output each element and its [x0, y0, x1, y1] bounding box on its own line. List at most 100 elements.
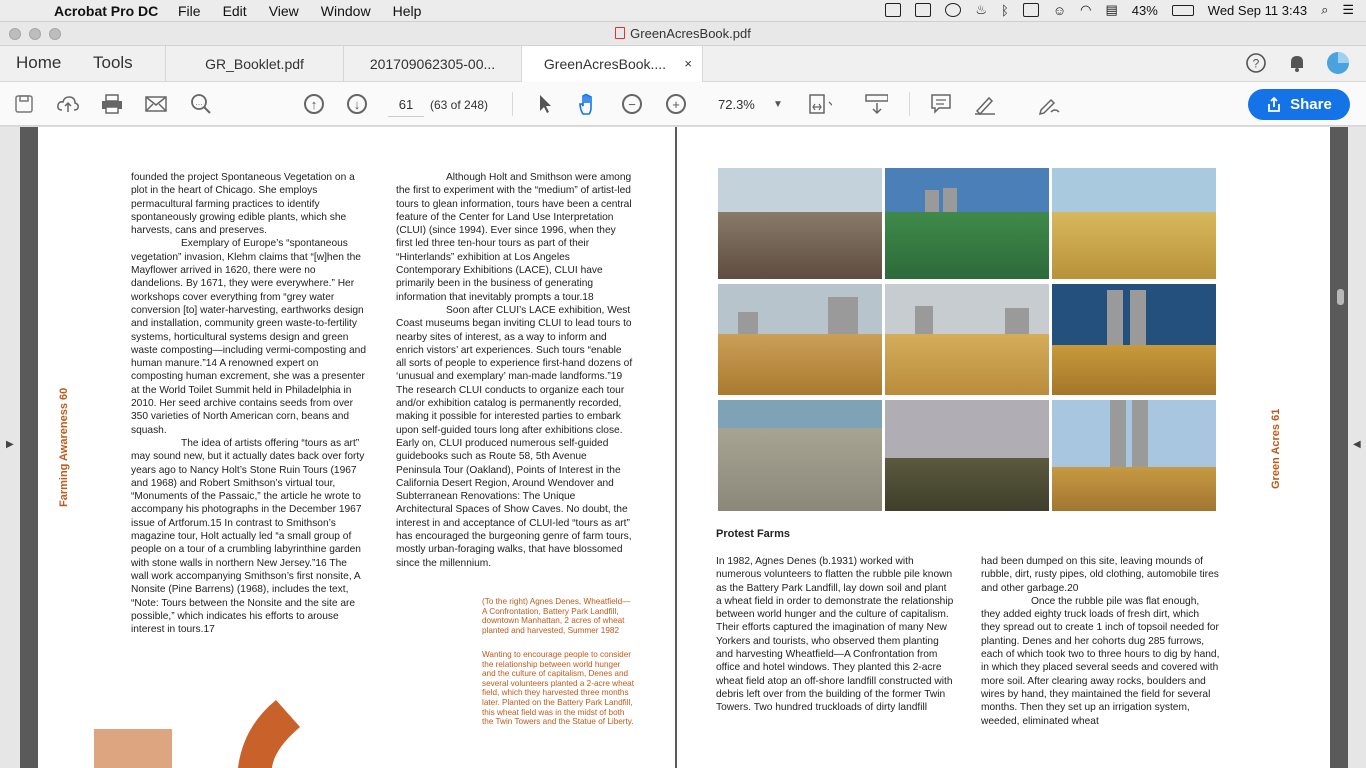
- arrow-down-icon: ↓: [347, 94, 367, 114]
- pdf-page-left: Farming Awareness 60 founded the project…: [38, 127, 675, 768]
- minus-icon: −: [622, 94, 642, 114]
- menu-extra-icon[interactable]: [915, 3, 932, 17]
- page-running-head: Green Acres 61: [1270, 408, 1282, 489]
- pdf-file-icon: [615, 27, 626, 39]
- spotlight-icon[interactable]: ⌕: [1321, 2, 1328, 18]
- text-column: had been dumped on this site, leaving mo…: [981, 555, 1221, 728]
- page-running-head: Farming Awareness 60: [58, 387, 70, 507]
- window-title: GreenAcresBook.pdf: [0, 26, 1366, 41]
- paragraph: The idea of artists offering “tours as a…: [131, 437, 365, 636]
- wifi-icon[interactable]: ◠: [1080, 2, 1091, 18]
- page-count: (63 of 248): [430, 98, 489, 112]
- window-titlebar: GreenAcresBook.pdf: [0, 22, 1366, 46]
- page-number-input[interactable]: [388, 93, 424, 117]
- app-menu[interactable]: Acrobat Pro DC: [54, 3, 158, 19]
- creative-cloud-icon[interactable]: [945, 3, 962, 17]
- notification-center-icon[interactable]: ☰: [1342, 2, 1354, 18]
- menu-help[interactable]: Help: [393, 3, 422, 19]
- next-page-button[interactable]: ↓: [345, 92, 369, 116]
- paragraph: Soon after CLUI’s LACE exhibition, West …: [396, 304, 633, 569]
- zoom-out-button[interactable]: −: [620, 92, 644, 116]
- paragraph: had been dumped on this site, leaving mo…: [981, 556, 1219, 594]
- menu-extra-icon[interactable]: [885, 3, 902, 17]
- expand-right-panel-icon[interactable]: ◀: [1353, 439, 1361, 450]
- close-tab-icon[interactable]: ×: [684, 56, 692, 71]
- flame-icon[interactable]: ♨: [975, 2, 987, 18]
- tab-bar: Home Tools GR_Booklet.pdf 201709062305-0…: [0, 46, 1366, 83]
- toolbar-divider: [512, 92, 513, 116]
- window-title-text: GreenAcresBook.pdf: [630, 26, 751, 41]
- photo-rubble: [718, 168, 882, 279]
- main-toolbar: … ↑ ↓ − + ▼: [0, 82, 1366, 126]
- scroll-mode-icon[interactable]: [864, 92, 888, 116]
- text-column: founded the project Spontaneous Vegetati…: [131, 171, 367, 636]
- section-heading: Protest Farms: [716, 528, 790, 540]
- tab-home[interactable]: Home: [16, 53, 61, 73]
- pdf-page-right: Green Acres 61 In 1982, Agnes Denes (b.1…: [677, 127, 1330, 768]
- comment-icon[interactable]: [929, 92, 953, 116]
- page-display-icon[interactable]: [808, 92, 832, 116]
- clock[interactable]: Wed Sep 11 3:43: [1208, 3, 1307, 18]
- sign-icon[interactable]: [1037, 92, 1061, 116]
- photo-aerial-landfill: [718, 400, 882, 511]
- doc-tab-label: GreenAcresBook....: [543, 56, 667, 72]
- photo-caption-text: Wanting to encourage people to consider …: [482, 650, 635, 727]
- airplay-icon[interactable]: [1022, 3, 1039, 17]
- left-panel-gutter: ▶: [0, 127, 20, 768]
- accessibility-icon[interactable]: ☺: [1053, 3, 1066, 18]
- previous-page-button[interactable]: ↑: [302, 92, 326, 116]
- zoom-dropdown-icon[interactable]: ▼: [766, 92, 790, 116]
- save-icon[interactable]: [12, 92, 36, 116]
- tab-tools[interactable]: Tools: [93, 53, 133, 73]
- menu-list: File Edit View Window Help: [178, 3, 421, 19]
- doc-tab[interactable]: GR_Booklet.pdf: [165, 46, 343, 82]
- doc-tab-active[interactable]: GreenAcresBook.... ×: [521, 46, 703, 83]
- select-tool-icon[interactable]: [533, 92, 557, 116]
- share-button[interactable]: Share: [1248, 89, 1350, 120]
- email-icon[interactable]: [144, 92, 168, 116]
- doc-tab-label: 201709062305-00...: [369, 56, 496, 72]
- photo-ship-field: [885, 400, 1049, 511]
- zoom-level[interactable]: 72.3%: [718, 97, 755, 112]
- svg-text:…: …: [195, 98, 203, 107]
- status-area: ♨ ᛒ ☺ ◠ ▤ 43% Wed Sep 11 3:43 ⌕ ☰: [885, 2, 1354, 18]
- help-icon[interactable]: ?: [1245, 52, 1267, 74]
- macos-menubar: Acrobat Pro DC File Edit View Window Hel…: [0, 0, 1366, 22]
- text-column: Although Holt and Smithson were among th…: [396, 171, 634, 570]
- doc-tab[interactable]: 201709062305-00...: [343, 46, 521, 82]
- paragraph: Although Holt and Smithson were among th…: [396, 172, 632, 303]
- scrollbar-thumb[interactable]: [1337, 289, 1344, 305]
- share-label: Share: [1290, 96, 1332, 113]
- bluetooth-icon[interactable]: ᛒ: [1001, 3, 1009, 18]
- upload-cloud-icon[interactable]: [56, 92, 80, 116]
- menu-window[interactable]: Window: [321, 3, 371, 19]
- flag-icon[interactable]: ▤: [1105, 2, 1117, 18]
- svg-text:?: ?: [1253, 57, 1260, 71]
- menu-view[interactable]: View: [269, 3, 299, 19]
- photo-harvest-towers: [1052, 400, 1216, 511]
- photo-wheat-city: [718, 284, 882, 395]
- zoom-in-button[interactable]: +: [664, 92, 688, 116]
- print-icon[interactable]: [100, 92, 124, 116]
- document-viewer[interactable]: ▶ ◀ Farming Awareness 60 founded the pro…: [0, 127, 1366, 768]
- photo-wheat-liberty: [1052, 168, 1216, 279]
- expand-left-panel-icon[interactable]: ▶: [6, 439, 14, 450]
- battery-percent[interactable]: 43%: [1132, 3, 1158, 18]
- menu-edit[interactable]: Edit: [223, 3, 247, 19]
- decorative-graphic: [94, 700, 300, 768]
- battery-icon[interactable]: [1171, 4, 1194, 16]
- toolbar-divider: [909, 92, 910, 116]
- arrow-up-icon: ↑: [304, 94, 324, 114]
- highlight-icon[interactable]: [973, 92, 997, 116]
- photo-denes-in-field: [885, 284, 1049, 395]
- doc-tab-label: GR_Booklet.pdf: [205, 56, 304, 72]
- photo-wheat-twin-towers: [1052, 284, 1216, 395]
- search-icon[interactable]: …: [189, 92, 213, 116]
- paragraph: Once the rubble pile was flat enough, th…: [981, 595, 1220, 727]
- bell-icon[interactable]: [1286, 52, 1308, 74]
- paragraph: founded the project Spontaneous Vegetati…: [131, 172, 355, 237]
- avatar[interactable]: [1326, 51, 1349, 74]
- menu-file[interactable]: File: [178, 3, 201, 19]
- hand-tool-icon[interactable]: [576, 92, 600, 116]
- text-column: In 1982, Agnes Denes (b.1931) worked wit…: [716, 555, 954, 715]
